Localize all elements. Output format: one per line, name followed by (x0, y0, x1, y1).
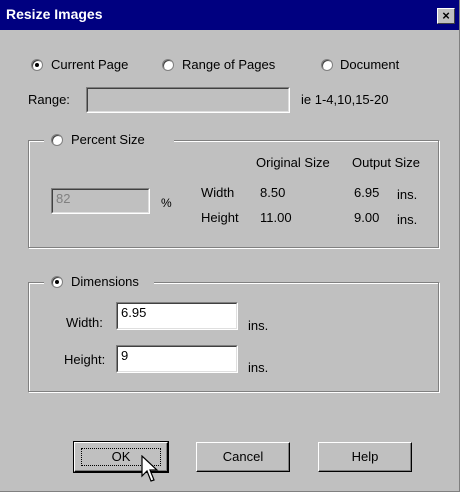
dim-width-value: 6.95 (117, 303, 237, 329)
help-button[interactable]: Help (318, 442, 412, 472)
percent-input[interactable]: 82 (51, 188, 150, 214)
width-output: 6.95 (354, 185, 380, 200)
title-bar: Resize Images × (0, 0, 459, 30)
dimensions-radio[interactable] (51, 276, 63, 288)
arrow-cursor-icon (141, 455, 159, 482)
percent-size-label[interactable]: Percent Size (71, 132, 145, 147)
cancel-button[interactable]: Cancel (196, 442, 290, 472)
output-size-header: Output Size (352, 155, 420, 170)
close-icon: × (442, 8, 450, 23)
range-input-value (87, 88, 289, 112)
range-of-pages-radio[interactable] (162, 59, 174, 71)
dimensions-legend: Dimensions (44, 273, 154, 291)
height-output: 9.00 (354, 210, 380, 225)
dim-width-unit: ins. (248, 318, 269, 333)
percent-size-legend: Percent Size (44, 131, 174, 149)
document-radio[interactable] (321, 59, 333, 71)
percent-unit: % (161, 196, 172, 210)
percent-size-radio[interactable] (51, 134, 63, 146)
range-label: Range: (28, 92, 70, 107)
current-page-label[interactable]: Current Page (51, 57, 128, 72)
dimensions-label[interactable]: Dimensions (71, 274, 139, 289)
dim-height-unit: ins. (248, 360, 269, 375)
document-label[interactable]: Document (340, 57, 399, 72)
width-original: 8.50 (260, 185, 286, 200)
dimensions-group (28, 282, 439, 392)
dim-width-input[interactable]: 6.95 (116, 302, 238, 330)
original-size-header: Original Size (256, 155, 330, 170)
help-label: Help (351, 449, 379, 464)
dim-height-label: Height: (64, 352, 106, 367)
height-original: 11.00 (260, 210, 292, 225)
range-hint: ie 1-4,10,15-20 (301, 92, 389, 107)
width-row-label: Width (201, 185, 235, 200)
range-of-pages-label[interactable]: Range of Pages (182, 57, 275, 72)
close-button[interactable]: × (437, 8, 455, 24)
resize-images-dialog: Resize Images × Current Page Range of Pa… (0, 0, 460, 492)
dim-height-input[interactable]: 9 (116, 345, 238, 373)
width-output-unit: ins. (397, 187, 418, 202)
percent-input-value: 82 (52, 189, 149, 213)
range-input[interactable] (86, 87, 290, 113)
height-output-unit: ins. (397, 212, 418, 227)
window-title: Resize Images (6, 6, 103, 22)
cancel-label: Cancel (222, 449, 264, 464)
dim-height-value: 9 (117, 346, 237, 372)
current-page-radio[interactable] (31, 59, 43, 71)
height-row-label: Height (201, 210, 239, 225)
dim-width-label: Width: (66, 315, 103, 330)
